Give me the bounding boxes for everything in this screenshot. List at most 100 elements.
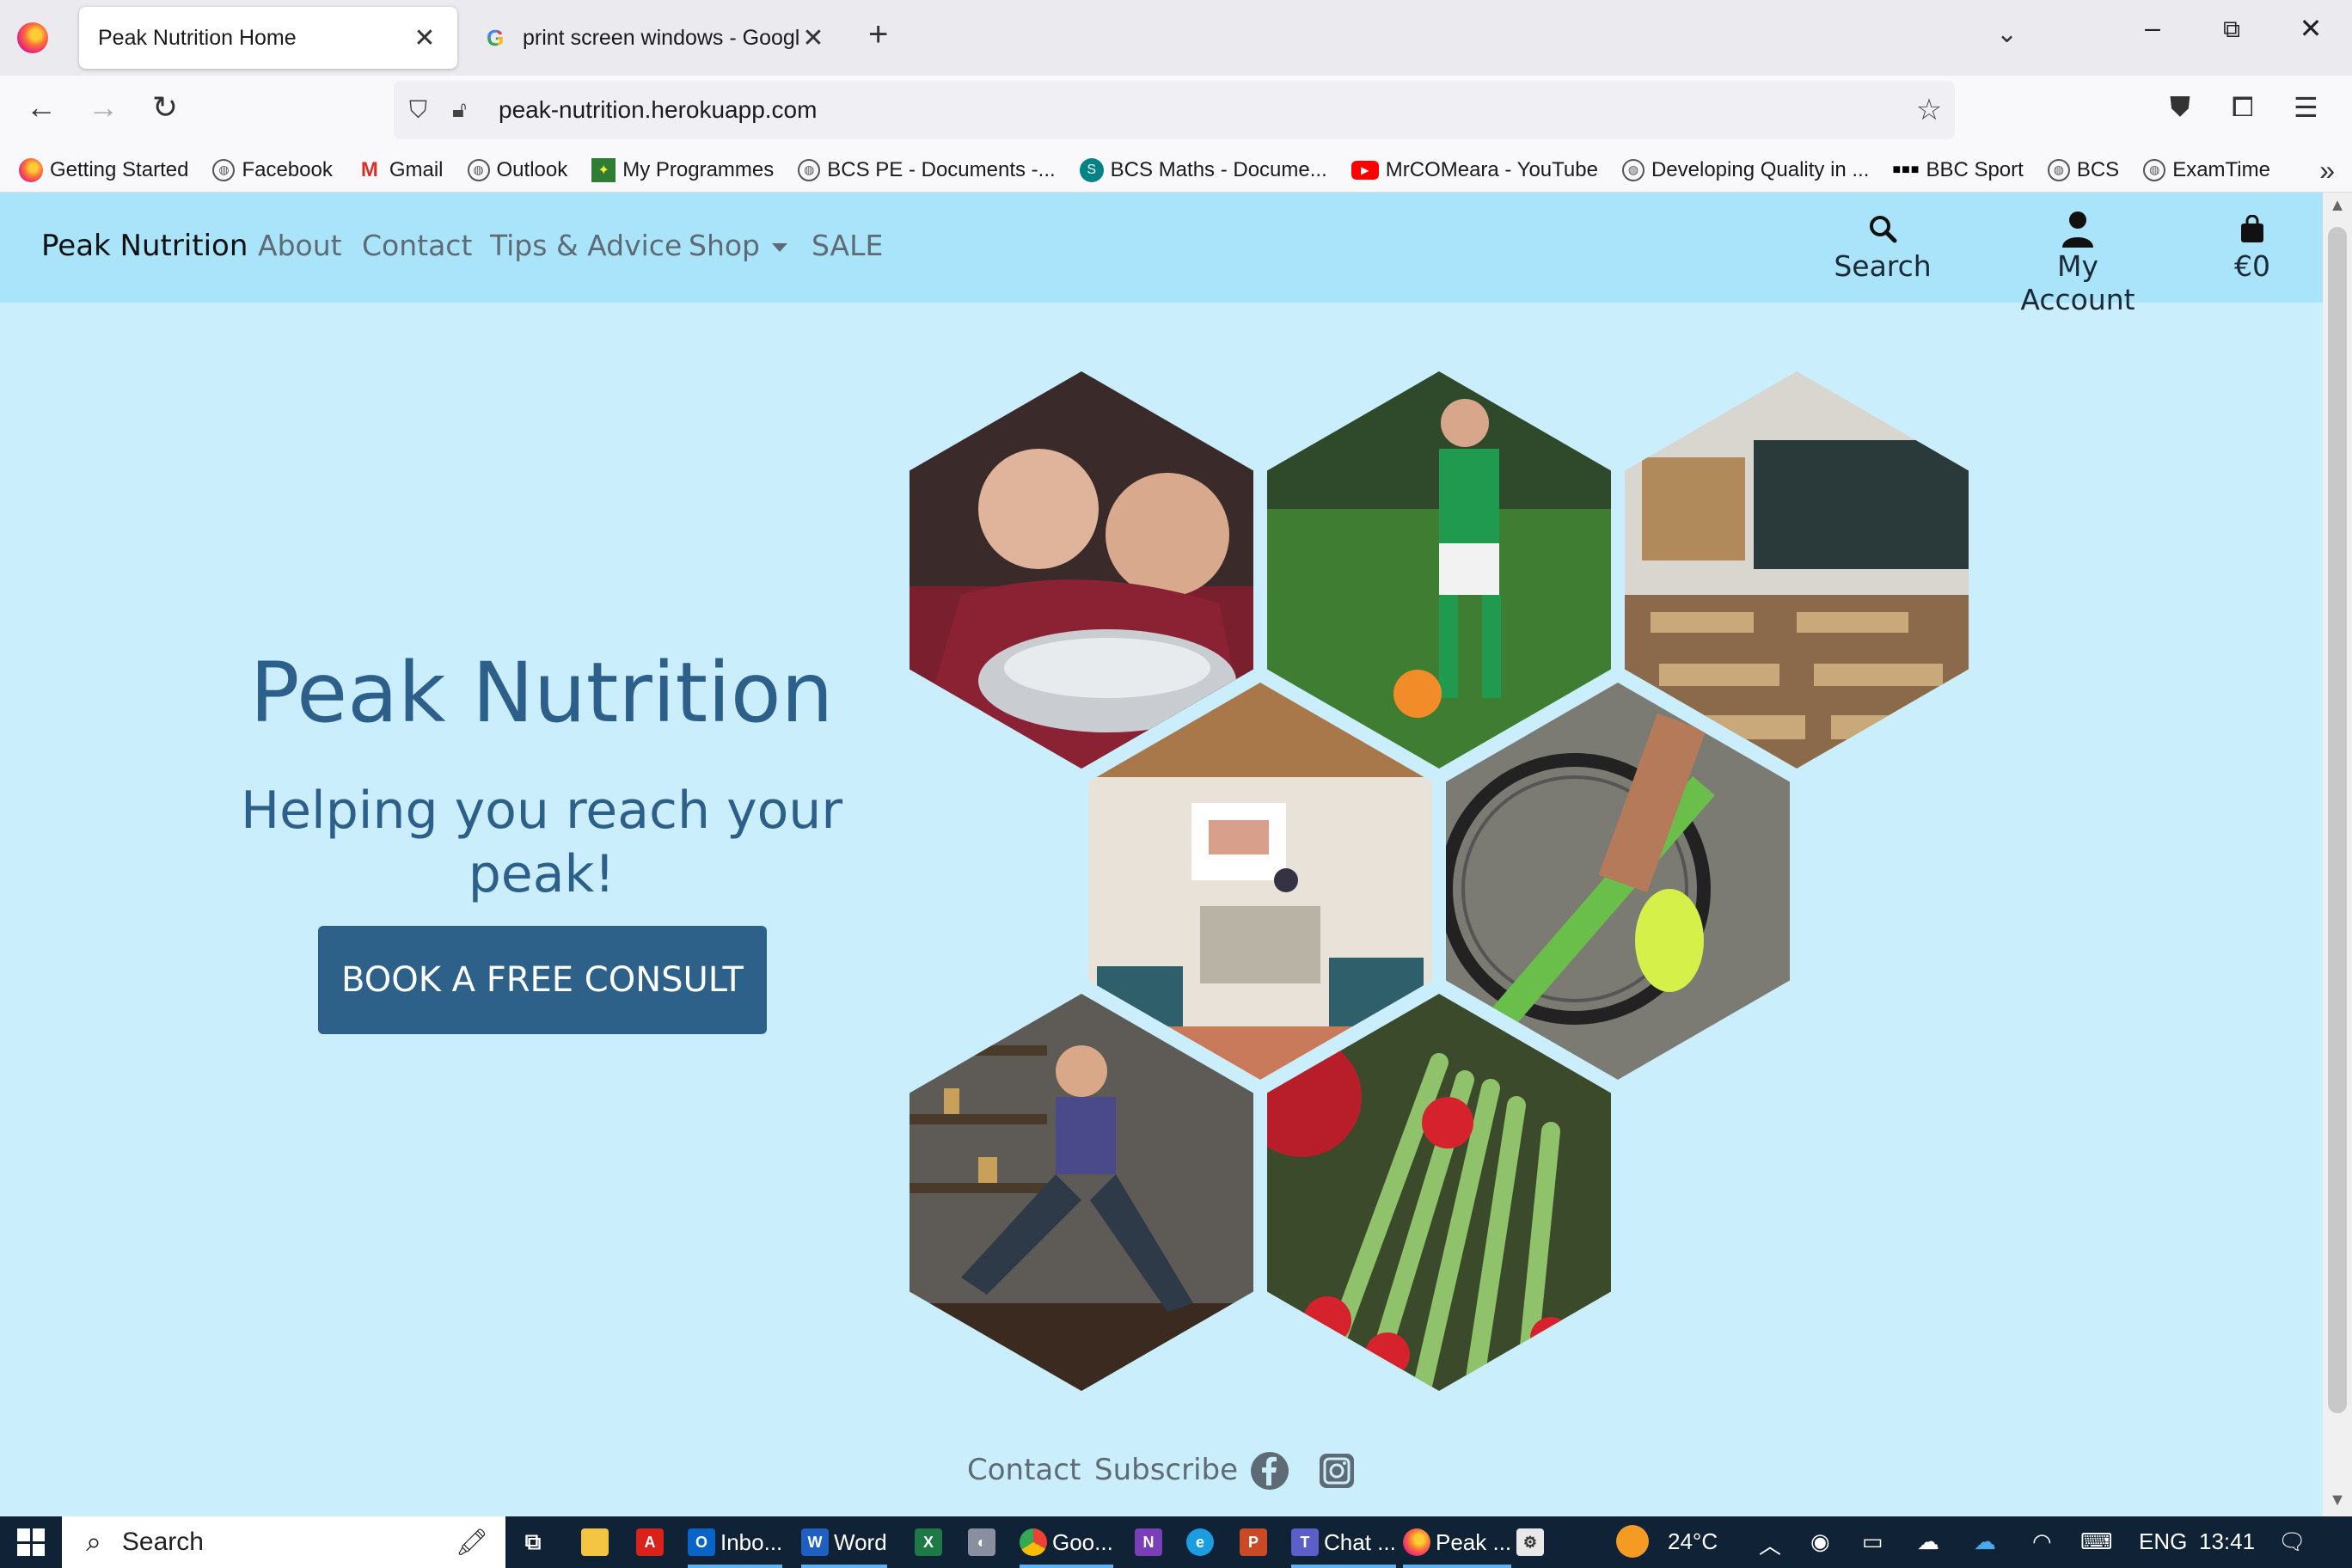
bookmark-getting-started[interactable]: Getting Started [19,157,188,182]
settings-app-icon[interactable]: ⚙ [1516,1522,1549,1563]
language-indicator[interactable]: ENG [2139,1528,2187,1555]
scrollbar-thumb[interactable] [2328,227,2347,1413]
battery-icon[interactable]: ▭ [1862,1528,1883,1555]
browser-toolbar: ← → ↻ ⛉ 🔓︎ peak-nutrition.herokuapp.com … [0,76,2352,148]
bookmark-bbc-sport[interactable]: ■■■ BBC Sport [1892,157,2024,183]
youtube-icon: ▶ [1351,160,1379,180]
taskbar-outlook[interactable]: O Inbo... [688,1522,783,1568]
chrome-icon [1020,1528,1047,1556]
url-text[interactable]: peak-nutrition.herokuapp.com [499,96,1903,124]
wifi-icon[interactable]: ◠ [2032,1528,2052,1555]
facebook-icon[interactable] [1250,1451,1289,1491]
nav-search[interactable]: Search [1831,208,1934,283]
nav-shop-dropdown[interactable]: Shop [689,229,787,262]
chevron-down-icon[interactable]: ⌄ [1996,19,2018,49]
keyboard-icon[interactable]: ⌨ [2080,1528,2113,1555]
nav-sale[interactable]: SALE [812,229,883,262]
taskbar-teams[interactable]: T Chat ... [1291,1522,1396,1568]
bookmark-label: BCS [2076,157,2120,181]
globe-icon: ◍ [212,158,236,181]
forward-button[interactable]: → [81,89,126,126]
page-scrollbar[interactable]: ▲ ▼ [2323,193,2352,1516]
file-explorer-icon[interactable] [581,1522,614,1563]
globe-icon: ◍ [2047,158,2070,181]
site-navbar: Peak Nutrition About Contact Tips & Advi… [0,193,2323,316]
pocket-icon[interactable]: ⛊ [2170,91,2190,124]
clock-time[interactable]: 13:41 [2199,1528,2255,1555]
close-window-button[interactable]: ✕ [2285,12,2337,45]
footer-contact-link[interactable]: Contact [967,1453,1081,1487]
sharepoint-icon: S [1079,157,1104,182]
nav-tips-advice[interactable]: Tips & Advice [490,229,682,262]
bookmark-bcs-pe[interactable]: ◍ BCS PE - Documents -... [798,157,1056,182]
insecure-lock-icon[interactable]: 🔓︎ [452,96,488,124]
bookmark-my-programmes[interactable]: ✦ My Programmes [591,157,774,182]
book-consult-button[interactable]: BOOK A FREE CONSULT [318,926,767,1034]
restore-button[interactable]: ⧉ [2206,15,2257,44]
new-tab-button[interactable]: + [868,15,888,54]
powerpoint-icon[interactable]: P [1240,1522,1272,1563]
bookmark-label: BBC Sport [1926,157,2024,181]
edge-icon[interactable]: e [1186,1522,1219,1563]
tab-peak-nutrition[interactable]: Peak Nutrition Home ✕ [79,7,457,69]
excel-icon[interactable]: X [915,1522,947,1563]
taskbar-firefox[interactable]: Peak ... [1403,1522,1512,1568]
bookmark-outlook[interactable]: ◍ Outlook [467,158,567,182]
gmail-icon: M [360,157,378,181]
app-icon[interactable]: ◐ [968,1522,1001,1563]
taskbar-chrome[interactable]: Goo... [1020,1522,1113,1568]
reload-button[interactable]: ↻ [143,89,187,126]
instagram-icon[interactable] [1317,1451,1357,1491]
chevron-up-icon[interactable]: ︿ [1759,1528,1781,1560]
acrobat-icon[interactable]: A [636,1522,669,1563]
bookmark-facebook[interactable]: ◍ Facebook [212,158,333,182]
onedrive-business-icon[interactable]: ☁ [1974,1528,1996,1555]
bookmark-bcs[interactable]: ◍ BCS [2047,157,2120,182]
extensions-icon[interactable]: ⧠ [2232,91,2254,124]
weather-sun-icon[interactable] [1616,1525,1649,1564]
task-view-icon[interactable]: ⧉ [519,1522,552,1563]
bookmark-examtime[interactable]: ◍ ExamTime [2143,158,2270,182]
tab-google-search[interactable]: G print screen windows - Google S ✕ [468,7,846,69]
nav-contact[interactable]: Contact [362,229,472,262]
windows-start-icon[interactable] [17,1528,45,1556]
back-button[interactable]: ← [19,89,64,126]
close-icon[interactable]: ✕ [411,23,438,53]
bookmark-youtube[interactable]: ▶ MrCOMeara - YouTube [1351,158,1598,182]
caret-down-icon [772,242,787,252]
search-highlight-icon: 🖍︎ [455,1528,488,1557]
nav-my-account[interactable]: My Account [1996,208,2159,316]
nav-shopping-bag[interactable]: €0 [2218,208,2287,283]
onedrive-icon[interactable]: ☁ [1917,1528,1939,1555]
bookmark-label: Developing Quality in ... [1651,157,1870,181]
record-icon[interactable]: ◉ [1810,1528,1830,1555]
globe-icon: ◍ [467,158,490,181]
site-brand[interactable]: Peak Nutrition [41,229,248,263]
shopping-bag-icon [2218,208,2287,249]
bookmark-label: BCS PE - Documents -... [827,157,1056,181]
taskbar-word[interactable]: W Word [801,1522,887,1568]
taskbar-app-label: Goo... [1052,1528,1113,1555]
tab-title: print screen windows - Google S [523,25,799,50]
bookmark-star-icon[interactable]: ☆ [1903,93,1955,127]
bookmark-bcs-maths[interactable]: S BCS Maths - Docume... [1079,157,1327,182]
minimize-button[interactable]: – [2127,12,2178,44]
notification-icon[interactable]: 🗨︎ [2278,1528,2306,1555]
teams-icon: T [1291,1528,1319,1556]
nav-about[interactable]: About [258,229,342,262]
scroll-up-arrow-icon[interactable]: ▲ [2323,196,2352,216]
chevron-double-right-icon[interactable]: » [2319,155,2335,187]
menu-icon[interactable]: ☰ [2294,91,2318,124]
close-icon[interactable]: ✕ [799,23,827,53]
scroll-down-arrow-icon[interactable]: ▼ [2323,1491,2352,1510]
bookmark-gmail[interactable]: M Gmail [357,157,444,183]
bookmark-developing-quality[interactable]: ◍ Developing Quality in ... [1621,157,1870,182]
address-bar[interactable]: ⛉ 🔓︎ peak-nutrition.herokuapp.com ☆ [394,81,1955,139]
onenote-icon[interactable]: N [1135,1522,1167,1563]
firefox-icon[interactable] [17,22,48,53]
shield-icon[interactable]: ⛉ [409,96,435,125]
bookmark-label: ExamTime [2172,157,2270,181]
weather-temp[interactable]: 24°C [1668,1528,1718,1555]
taskbar-search[interactable]: ⌕ Search 🖍︎ [62,1516,505,1568]
footer-subscribe-link[interactable]: Subscribe [1094,1453,1238,1487]
